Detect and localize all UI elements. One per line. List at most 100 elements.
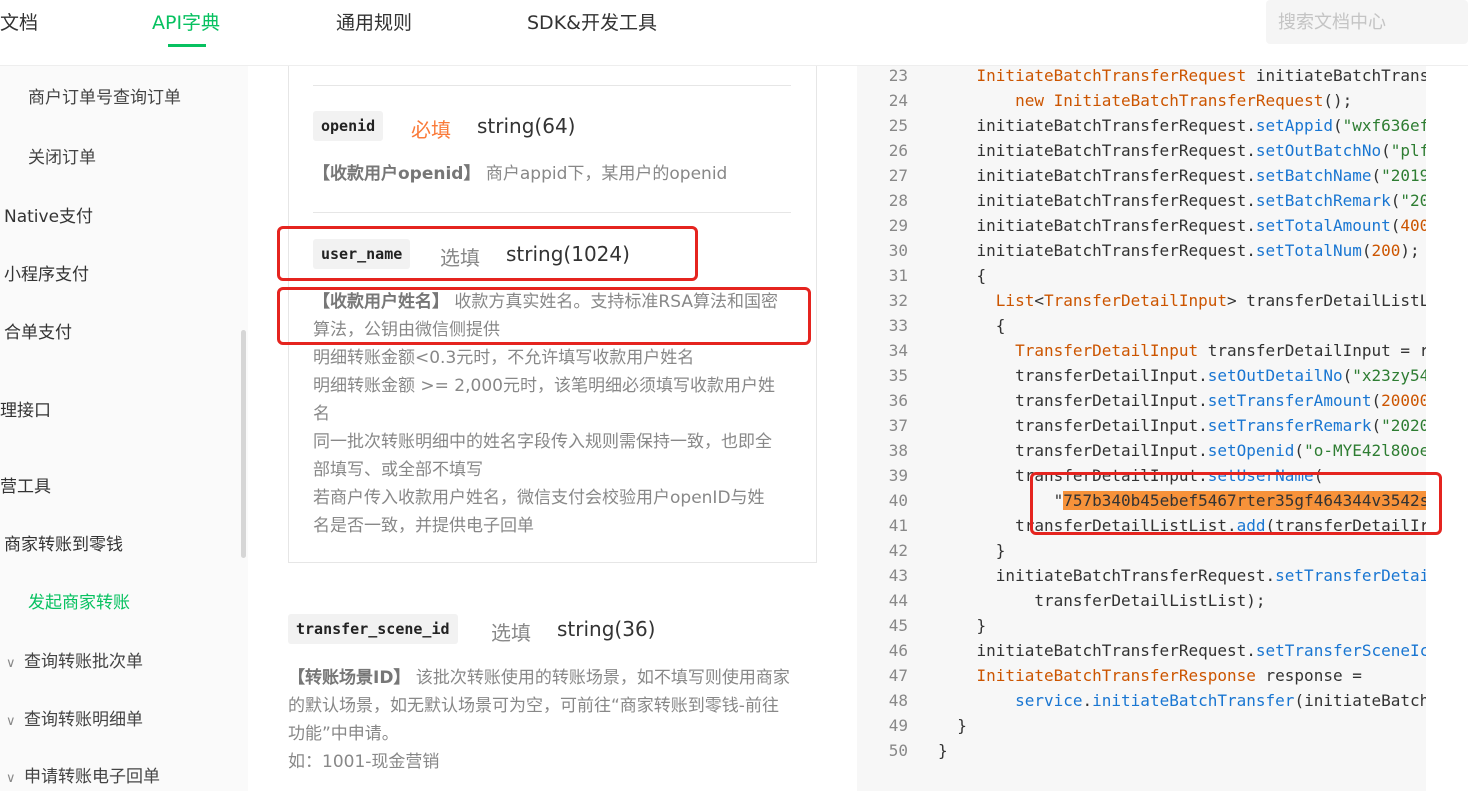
- line-number: 48: [888, 691, 908, 710]
- sidebar-scrollbar[interactable]: [241, 330, 246, 558]
- nav-tab-api-dictionary[interactable]: API字典: [152, 8, 220, 35]
- line-number: 50: [888, 741, 908, 760]
- line-number: 25: [888, 116, 908, 135]
- line-number: 41: [888, 516, 908, 535]
- line-number: 32: [888, 291, 908, 310]
- code-panel: 23 InitiateBatchTransferRequest initiate…: [857, 66, 1426, 791]
- code-text: transferDetailInput.setTransferAmount(20…: [938, 391, 1426, 410]
- active-tab-underline: [168, 44, 206, 47]
- code-text: initiateBatchTransferRequest.setBatchRem…: [938, 191, 1426, 210]
- code-text: }: [938, 541, 1006, 560]
- top-navigation: 文档 API字典 通用规则 SDK&开发工具: [0, 0, 1468, 66]
- code-text: initiateBatchTransferRequest.setAppid("w…: [938, 116, 1426, 135]
- code-text: TransferDetailInput transferDetailInput …: [1015, 341, 1426, 360]
- divider: [313, 85, 791, 86]
- desc-line: 明细转账金额<0.3元时，不允许填写收款用户姓名: [313, 348, 695, 368]
- desc-line: 该批次转账使用的转账场景，如不填写则使用商家: [415, 668, 790, 688]
- sidebar-item-apply-receipt[interactable]: ∨ 申请转账电子回单: [6, 762, 160, 787]
- desc-line: 同一批次转账明细中的姓名字段传入规则需保持一致，也即全: [313, 432, 772, 452]
- param-description: 【收款用户openid】 商户appid下，某用户的openid: [313, 160, 793, 188]
- line-number: 45: [888, 616, 908, 635]
- line-number: 34: [888, 341, 908, 360]
- line-number: 44: [888, 591, 908, 610]
- code-text: initiateBatchTransferRequest.setTotalAmo…: [938, 216, 1426, 235]
- sidebar-item-label: 申请转账电子回单: [24, 767, 160, 787]
- code-text: service.initiateBatchTransfer(initiateBa…: [1015, 691, 1426, 710]
- param-required-label: 必填: [411, 118, 451, 142]
- line-number: 27: [888, 166, 908, 185]
- chevron-down-icon: ∨: [6, 656, 16, 671]
- sidebar-item-merchant-transfer[interactable]: 商家转账到零钱: [4, 530, 123, 555]
- line-number: 46: [888, 641, 908, 660]
- param-type: string(64): [477, 114, 576, 138]
- code-text: InitiateBatchTransferResponse response =: [976, 666, 1362, 685]
- sidebar-item-combined-pay[interactable]: 合单支付: [4, 318, 72, 343]
- code-text: List<TransferDetailInput> transferDetail…: [995, 291, 1426, 310]
- sidebar-item-tools[interactable]: 营工具: [0, 472, 51, 497]
- sidebar-item-close-order[interactable]: 关闭订单: [28, 143, 96, 168]
- desc-line: 的默认场景，如无默认场景可为空，可前往“商家转账到零钱-前往: [288, 696, 779, 716]
- sidebar-item-query-detail[interactable]: ∨ 查询转账明细单: [6, 705, 143, 730]
- line-number: 39: [888, 466, 908, 485]
- nav-tab-docs[interactable]: 文档: [0, 8, 38, 35]
- code-text: InitiateBatchTransferRequest initiateBat…: [976, 66, 1426, 85]
- param-name-transfer-scene-id: transfer_scene_id: [288, 614, 458, 644]
- line-number: 35: [888, 366, 908, 385]
- line-number: 47: [888, 666, 908, 685]
- code-text: transferDetailInput.setOpenid("o-MYE42l8…: [938, 441, 1426, 460]
- sidebar-item-native-pay[interactable]: Native支付: [4, 202, 93, 227]
- desc-line: 如：1001-现金营销: [288, 752, 440, 772]
- line-number: 40: [888, 491, 908, 510]
- search-input[interactable]: [1266, 0, 1468, 44]
- code-text: transferDetailInput.setOutDetailNo("x23z…: [938, 366, 1426, 385]
- code-text: transferDetailListList);: [938, 591, 1266, 610]
- code-text: }: [938, 741, 948, 760]
- line-number: 30: [888, 241, 908, 260]
- line-number: 31: [888, 266, 908, 285]
- line-number: 23: [888, 66, 908, 85]
- line-number: 38: [888, 441, 908, 460]
- annotation-box: [277, 287, 811, 345]
- chevron-down-icon: ∨: [6, 771, 16, 786]
- desc-line: 若商户传入收款用户姓名，微信支付会校验用户openID与姓: [313, 488, 765, 508]
- code-text: transferDetailInput.setTransferRemark("2…: [938, 416, 1426, 435]
- param-name-openid: openid: [313, 111, 384, 141]
- param-type: string(36): [557, 617, 656, 641]
- line-number: 36: [888, 391, 908, 410]
- nav-tab-sdk-tools[interactable]: SDK&开发工具: [527, 8, 657, 35]
- code-text: {: [938, 316, 1006, 335]
- sidebar-item-label: 查询转账明细单: [24, 710, 143, 730]
- code-text: initiateBatchTransferRequest.setBatchNam…: [938, 166, 1426, 185]
- param-required-label: 选填: [491, 621, 531, 645]
- line-number: 28: [888, 191, 908, 210]
- sidebar-item-query-batch[interactable]: ∨ 查询转账批次单: [6, 647, 143, 672]
- line-number: 26: [888, 141, 908, 160]
- chevron-down-icon: ∨: [6, 714, 16, 729]
- annotation-box: [277, 226, 698, 281]
- line-number: 42: [888, 541, 908, 560]
- desc-line: 名: [313, 404, 330, 424]
- line-number: 24: [888, 91, 908, 110]
- sidebar: 商户订单号查询订单 关闭订单 Native支付 小程序支付 合单支付 理接口 营…: [0, 66, 248, 791]
- code-text: }: [938, 716, 967, 735]
- code-text: initiateBatchTransferRequest.setOutBatch…: [938, 141, 1426, 160]
- line-number: 43: [888, 566, 908, 585]
- sidebar-item-label: 查询转账批次单: [24, 652, 143, 672]
- param-desc-text: 商户appid下，某用户的openid: [485, 164, 728, 184]
- line-number: 49: [888, 716, 908, 735]
- sidebar-item-initiate-transfer[interactable]: 发起商家转账: [28, 588, 130, 613]
- sidebar-item-mini-program-pay[interactable]: 小程序支付: [4, 260, 89, 285]
- desc-line: 功能”中申请。: [288, 724, 399, 744]
- sidebar-item-interface[interactable]: 理接口: [0, 396, 51, 421]
- code-text: }: [938, 616, 987, 635]
- desc-line: 明细转账金额 >= 2,000元时，该笔明细必须填写收款用户姓: [313, 376, 775, 396]
- nav-tab-general-rules[interactable]: 通用规则: [336, 8, 412, 35]
- code-text: new InitiateBatchTransferRequest();: [1015, 91, 1353, 110]
- line-number: 33: [888, 316, 908, 335]
- code-text: {: [938, 266, 987, 285]
- right-gutter: [1426, 66, 1468, 791]
- desc-line: 名是否一致，并提供电子回单: [313, 516, 534, 536]
- line-number: 29: [888, 216, 908, 235]
- sidebar-item-query-by-order-no[interactable]: 商户订单号查询订单: [28, 83, 181, 108]
- param-description: 【转账场景ID】 该批次转账使用的转账场景，如不填写则使用商家 的默认场景，如无…: [288, 664, 818, 776]
